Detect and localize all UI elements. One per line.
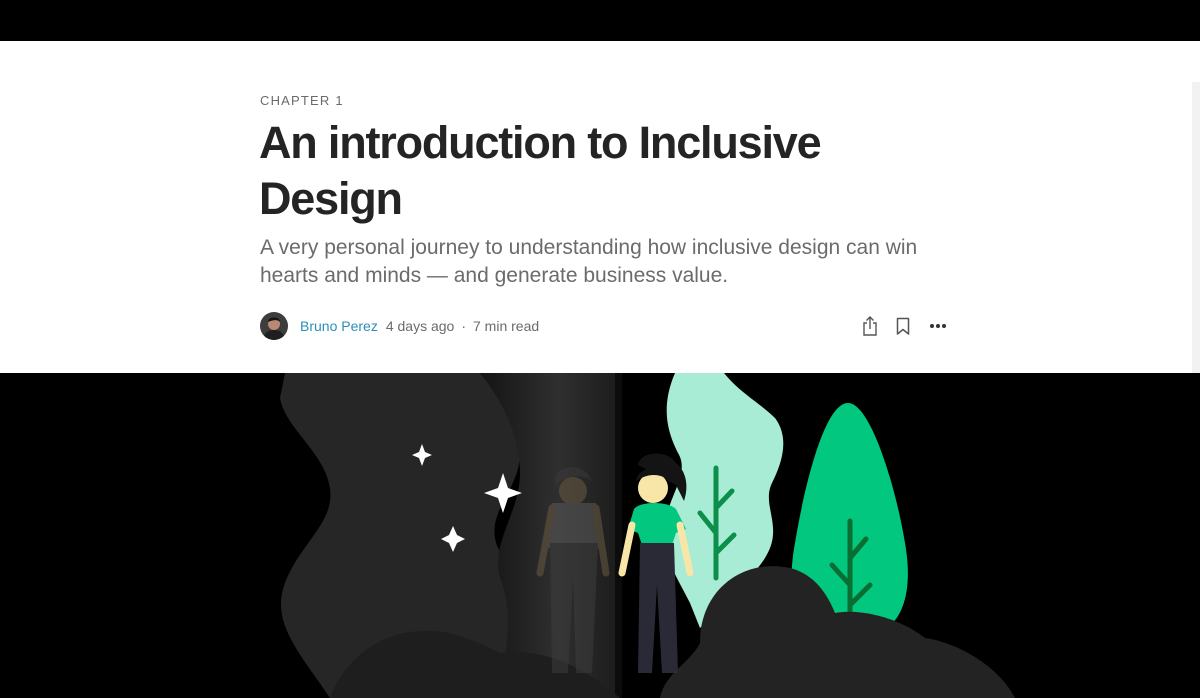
bookmark-icon bbox=[896, 317, 910, 335]
author-link[interactable]: Bruno Perez bbox=[300, 318, 378, 334]
share-icon bbox=[863, 316, 877, 336]
top-bar bbox=[0, 0, 1200, 41]
chapter-label: CHAPTER 1 bbox=[260, 93, 344, 108]
author-avatar[interactable] bbox=[260, 312, 288, 340]
read-time: 7 min read bbox=[473, 318, 540, 334]
byline: Bruno Perez 4 days ago · 7 min read bbox=[260, 312, 950, 340]
hero-illustration bbox=[0, 373, 1200, 698]
more-options-button[interactable] bbox=[926, 315, 950, 337]
article-actions bbox=[860, 315, 950, 337]
article-header: CHAPTER 1 An introduction to Inclusive D… bbox=[0, 41, 1200, 414]
article-title: An introduction to Inclusive Design bbox=[259, 117, 822, 224]
share-button[interactable] bbox=[860, 315, 880, 337]
avatar-image bbox=[260, 312, 288, 340]
bookmark-button[interactable] bbox=[893, 315, 913, 337]
article-page: CHAPTER 1 An introduction to Inclusive D… bbox=[0, 0, 1200, 698]
article-subtitle: A very personal journey to understanding… bbox=[260, 236, 918, 287]
scroll-gutter bbox=[1192, 82, 1200, 414]
published-date: 4 days ago bbox=[385, 318, 455, 334]
meta-separator: · bbox=[461, 318, 466, 334]
door-edge bbox=[615, 373, 622, 698]
more-icon bbox=[930, 324, 946, 328]
hero-artwork bbox=[280, 373, 1015, 698]
